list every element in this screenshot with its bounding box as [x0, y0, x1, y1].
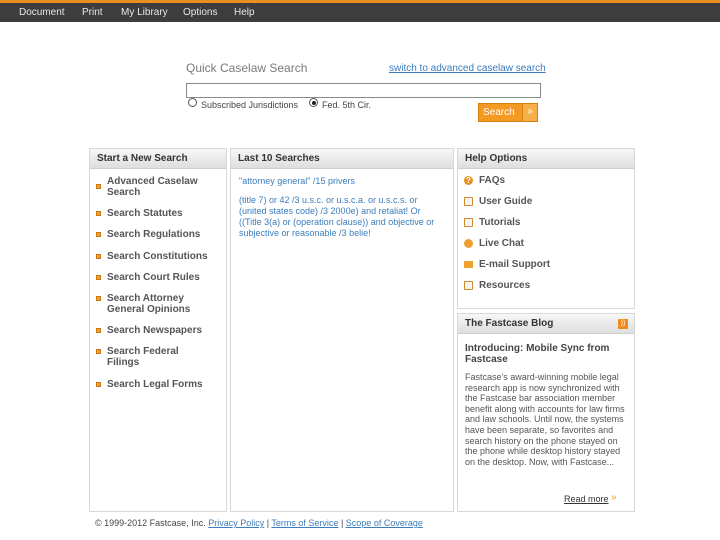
nav-search-newspapers[interactable]: Search Newspapers — [107, 325, 202, 336]
nav-search-attorney-general-opinions[interactable]: Search Attorney General Opinions — [107, 293, 207, 315]
help-live-chat[interactable]: Live Chat — [479, 238, 524, 249]
read-more-link[interactable]: Read more — [564, 494, 609, 504]
search-button[interactable]: Search » — [478, 103, 538, 122]
scope-of-coverage-link[interactable]: Scope of Coverage — [346, 518, 423, 528]
terms-of-service-link[interactable]: Terms of Service — [271, 518, 338, 528]
menu-document[interactable]: Document — [19, 7, 65, 18]
bullet-icon — [96, 349, 101, 354]
blog-panel: The Fastcase Blog )) Introducing: Mobile… — [457, 313, 635, 512]
search-input[interactable] — [186, 83, 541, 98]
nav-search-federal-filings[interactable]: Search Federal Filings — [107, 346, 197, 368]
email-icon — [464, 261, 473, 268]
radio-fed-5th-cir[interactable] — [309, 98, 318, 107]
help-resources[interactable]: Resources — [479, 280, 530, 291]
nav-advanced-caselaw-search[interactable]: Advanced Caselaw Search — [107, 176, 217, 198]
double-arrow-icon: » — [611, 492, 617, 503]
start-search-header: Start a New Search — [90, 149, 226, 169]
rss-icon[interactable]: )) — [618, 319, 628, 329]
document-icon — [464, 218, 473, 227]
question-icon: ? — [464, 176, 473, 185]
last-searches-panel: Last 10 Searches "attorney general" /15 … — [230, 148, 454, 512]
copyright-text: © 1999-2012 Fastcase, Inc. — [95, 518, 206, 528]
nav-search-regulations[interactable]: Search Regulations — [107, 229, 200, 240]
footer: © 1999-2012 Fastcase, Inc. Privacy Polic… — [95, 518, 423, 528]
nav-search-statutes[interactable]: Search Statutes — [107, 208, 183, 219]
start-search-panel: Start a New Search Advanced Caselaw Sear… — [89, 148, 227, 512]
help-user-guide[interactable]: User Guide — [479, 196, 532, 207]
bullet-icon — [96, 254, 101, 259]
double-arrow-icon: » — [522, 104, 537, 121]
menu-my-library[interactable]: My Library — [121, 7, 168, 18]
nav-search-court-rules[interactable]: Search Court Rules — [107, 272, 200, 283]
radio-subscribed-jurisdictions[interactable] — [188, 98, 197, 107]
advanced-search-link[interactable]: switch to advanced caselaw search — [389, 63, 546, 74]
document-icon — [464, 281, 473, 290]
help-options-panel: Help Options ? FAQs User Guide Tutorials… — [457, 148, 635, 309]
radio-label-fed-5th: Fed. 5th Cir. — [322, 100, 372, 110]
quick-search-title: Quick Caselaw Search — [186, 61, 308, 75]
chat-icon — [464, 239, 473, 248]
bullet-icon — [96, 232, 101, 237]
top-menu-bar: Document Print My Library Options Help — [0, 0, 720, 22]
recent-search-link[interactable]: "attorney general" /15 privers — [239, 176, 444, 187]
help-faqs[interactable]: FAQs — [479, 175, 505, 186]
menu-options[interactable]: Options — [183, 7, 217, 18]
blog-post-text: Fastcase's award-winning mobile legal re… — [465, 372, 625, 467]
bullet-icon — [96, 275, 101, 280]
privacy-policy-link[interactable]: Privacy Policy — [208, 518, 264, 528]
menu-help[interactable]: Help — [234, 7, 255, 18]
bullet-icon — [96, 382, 101, 387]
last-searches-header: Last 10 Searches — [231, 149, 453, 169]
help-email-support[interactable]: E-mail Support — [479, 259, 550, 270]
menu-print[interactable]: Print — [82, 7, 103, 18]
bullet-icon — [96, 328, 101, 333]
nav-search-constitutions[interactable]: Search Constitutions — [107, 251, 208, 262]
bullet-icon — [96, 296, 101, 301]
radio-label-subscribed: Subscribed Jurisdictions — [201, 100, 299, 110]
help-tutorials[interactable]: Tutorials — [479, 217, 520, 228]
blog-post-title[interactable]: Introducing: Mobile Sync from Fastcase — [465, 343, 625, 365]
document-icon — [464, 197, 473, 206]
nav-search-legal-forms[interactable]: Search Legal Forms — [107, 379, 203, 390]
blog-header: The Fastcase Blog — [458, 314, 634, 334]
bullet-icon — [96, 211, 101, 216]
recent-search-link[interactable]: (title 7) or 42 /3 u.s.c. or u.s.c.a. or… — [239, 195, 444, 239]
search-button-label: Search — [483, 107, 515, 118]
help-options-header: Help Options — [458, 149, 634, 169]
bullet-icon — [96, 184, 101, 189]
